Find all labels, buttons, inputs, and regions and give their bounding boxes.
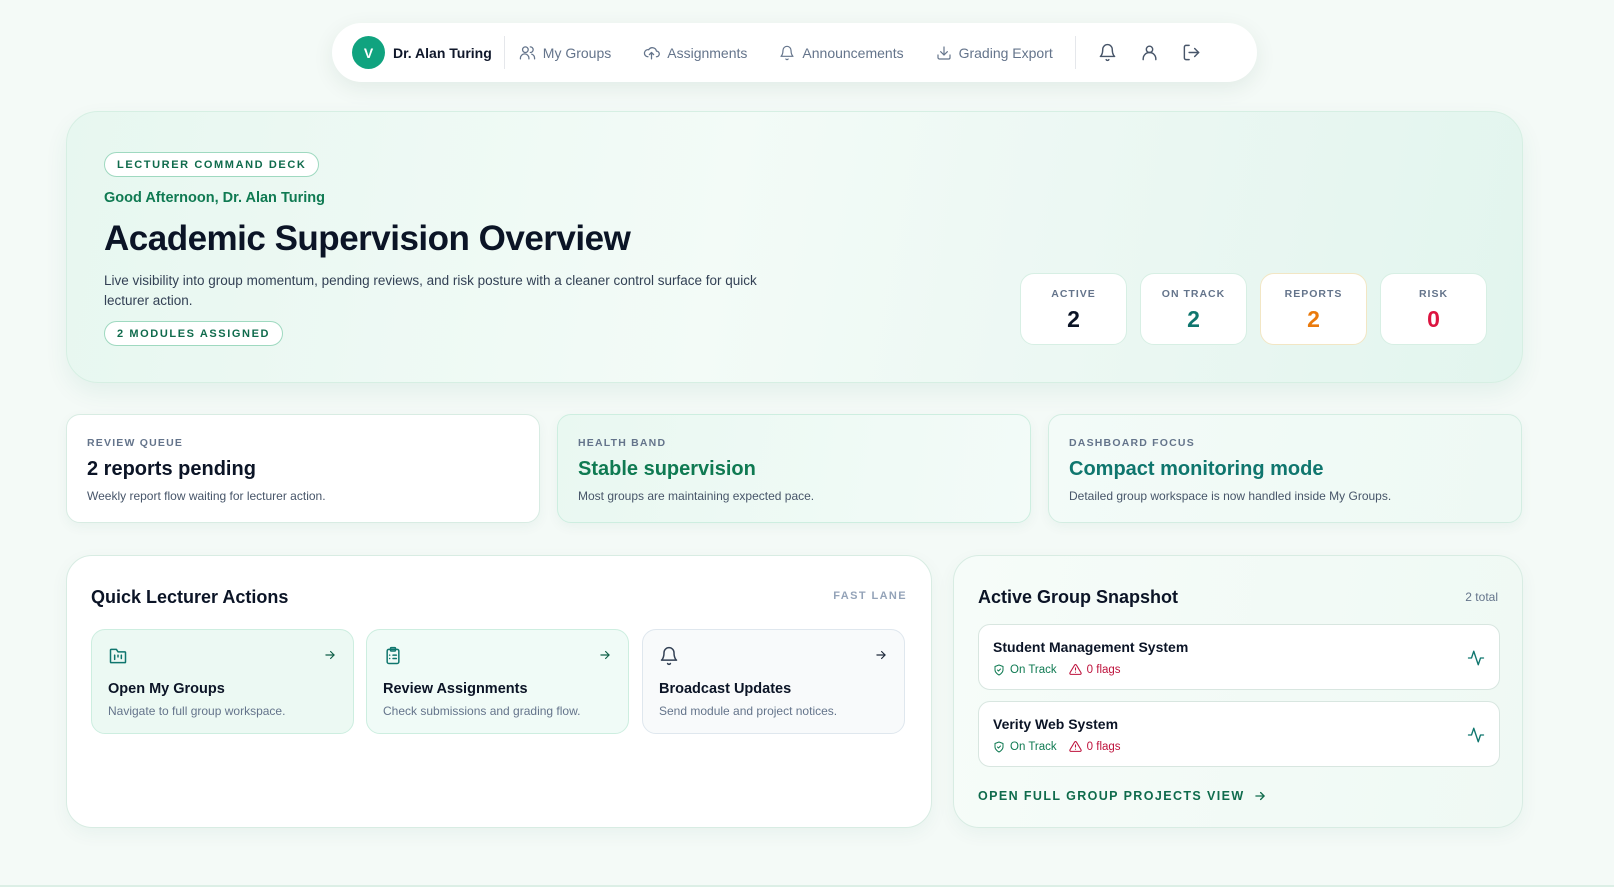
notifications-button[interactable] xyxy=(1098,43,1118,63)
group-name: Student Management System xyxy=(993,639,1189,655)
group-meta: On Track 0 flags xyxy=(993,740,1121,753)
cloud-upload-icon xyxy=(644,47,661,60)
nav-my-groups-label: My Groups xyxy=(542,44,612,61)
profile-button[interactable] xyxy=(1140,43,1160,63)
activity-icon xyxy=(1467,649,1485,672)
action-description: Send module and project notices. xyxy=(659,704,838,718)
dashboard-focus-card: DASHBOARD FOCUS Compact monitoring mode … xyxy=(1048,414,1522,523)
folder-kanban-icon xyxy=(108,646,128,671)
open-group-projects-label: OPEN FULL GROUP PROJECTS VIEW xyxy=(978,789,1245,803)
card-heading: Stable supervision xyxy=(578,458,756,480)
open-group-projects-link[interactable]: OPEN FULL GROUP PROJECTS VIEW xyxy=(978,789,1267,803)
stat-value: 2 xyxy=(1307,306,1320,332)
card-eyebrow: REVIEW QUEUE xyxy=(87,437,184,449)
shield-check-icon xyxy=(994,741,1004,752)
stat-risk: RISK 0 xyxy=(1380,273,1487,345)
open-my-groups-action[interactable]: Open My Groups Navigate to full group wo… xyxy=(91,629,354,734)
stat-label: REPORTS xyxy=(1284,288,1343,300)
quick-actions-panel: Quick Lecturer Actions FAST LANE Open My… xyxy=(66,555,932,828)
greeting: Good Afternoon, Dr. Alan Turing xyxy=(104,190,325,206)
user-name: Dr. Alan Turing xyxy=(393,44,492,61)
card-heading: 2 reports pending xyxy=(87,458,256,480)
group-row-student-management[interactable]: Student Management System On Track 0 fla… xyxy=(978,624,1500,690)
broadcast-updates-action[interactable]: Broadcast Updates Send module and projec… xyxy=(642,629,905,734)
nav-assignments-label: Assignments xyxy=(667,44,748,61)
modules-badge: 2 MODULES ASSIGNED xyxy=(104,321,284,346)
alert-triangle-icon xyxy=(1068,741,1082,752)
status-text: On Track xyxy=(1010,663,1057,676)
bell-icon xyxy=(659,646,679,671)
nav-announcements[interactable]: Announcements xyxy=(779,44,904,61)
stat-on-track: ON TRACK 2 xyxy=(1140,273,1247,345)
flags-badge: 0 flags xyxy=(1068,663,1121,676)
top-nav: V Dr. Alan Turing My Groups Assignments … xyxy=(332,23,1257,82)
flags-text: 0 flags xyxy=(1086,740,1121,753)
review-queue-card: REVIEW QUEUE 2 reports pending Weekly re… xyxy=(66,414,540,523)
nav-assignments[interactable]: Assignments xyxy=(643,44,747,61)
nav-announcements-label: Announcements xyxy=(802,44,904,61)
nav-grading-export-label: Grading Export xyxy=(958,44,1053,61)
hero-panel: LECTURER COMMAND DECK Good Afternoon, Dr… xyxy=(66,111,1523,383)
nav-grading-export[interactable]: Grading Export xyxy=(936,45,1053,61)
status-badge: On Track xyxy=(993,741,1057,753)
stat-active: ACTIVE 2 xyxy=(1020,273,1127,345)
review-assignments-action[interactable]: Review Assignments Check submissions and… xyxy=(366,629,629,734)
status-text: On Track xyxy=(1010,740,1057,753)
nav-divider xyxy=(1074,36,1076,69)
card-text: Detailed group workspace is now handled … xyxy=(1069,489,1392,503)
bell-icon xyxy=(780,45,795,60)
hero-description: Live visibility into group momentum, pen… xyxy=(104,273,757,308)
card-eyebrow: HEALTH BAND xyxy=(578,437,667,449)
flags-text: 0 flags xyxy=(1086,663,1121,676)
page-title: Academic Supervision Overview xyxy=(104,219,631,258)
fast-lane-tag: FAST LANE xyxy=(833,590,907,602)
alert-triangle-icon xyxy=(1068,664,1082,675)
stat-reports: REPORTS 2 xyxy=(1260,273,1367,345)
nav-icon-group xyxy=(1098,43,1202,63)
flags-badge: 0 flags xyxy=(1068,740,1121,753)
quick-actions-title: Quick Lecturer Actions xyxy=(91,587,289,607)
card-heading: Compact monitoring mode xyxy=(1069,458,1324,480)
stat-label: ON TRACK xyxy=(1161,288,1226,300)
card-text: Weekly report flow waiting for lecturer … xyxy=(87,489,326,503)
group-snapshot-panel: Active Group Snapshot 2 total Student Ma… xyxy=(953,555,1523,828)
download-icon xyxy=(936,45,951,60)
card-text: Most groups are maintaining expected pac… xyxy=(578,489,815,503)
user-icon xyxy=(1142,45,1157,61)
clipboard-list-icon xyxy=(383,646,403,671)
action-title: Review Assignments xyxy=(383,681,528,697)
stat-label: RISK xyxy=(1418,288,1449,300)
status-badge: On Track xyxy=(993,664,1057,676)
card-eyebrow: DASHBOARD FOCUS xyxy=(1069,437,1195,449)
arrow-right-icon xyxy=(874,648,888,667)
bell-icon xyxy=(1099,43,1116,62)
users-icon xyxy=(519,46,536,60)
arrow-right-icon xyxy=(1254,791,1265,801)
avatar[interactable]: V xyxy=(352,36,385,69)
arrow-right-icon xyxy=(323,648,337,667)
stat-label: ACTIVE xyxy=(1051,288,1096,300)
stat-value: 2 xyxy=(1187,306,1200,332)
stat-value: 0 xyxy=(1427,306,1440,332)
group-row-verity-web[interactable]: Verity Web System On Track 0 flags xyxy=(978,701,1500,767)
arrow-right-icon xyxy=(598,648,612,667)
logout-icon xyxy=(1183,44,1200,61)
health-band-card: HEALTH BAND Stable supervision Most grou… xyxy=(557,414,1031,523)
snapshot-count: 2 total xyxy=(1465,590,1498,604)
action-title: Open My Groups xyxy=(108,681,225,697)
snapshot-title: Active Group Snapshot xyxy=(978,587,1179,607)
nav-my-groups[interactable]: My Groups xyxy=(519,44,611,61)
activity-icon xyxy=(1467,726,1485,749)
action-description: Navigate to full group workspace. xyxy=(108,704,286,718)
logout-button[interactable] xyxy=(1182,43,1202,63)
shield-check-icon xyxy=(994,664,1004,675)
group-meta: On Track 0 flags xyxy=(993,663,1121,676)
action-description: Check submissions and grading flow. xyxy=(383,704,581,718)
command-deck-badge: LECTURER COMMAND DECK xyxy=(104,152,320,177)
group-name: Verity Web System xyxy=(993,716,1119,732)
action-title: Broadcast Updates xyxy=(659,681,792,697)
stat-value: 2 xyxy=(1067,306,1080,332)
nav-divider xyxy=(503,36,505,69)
